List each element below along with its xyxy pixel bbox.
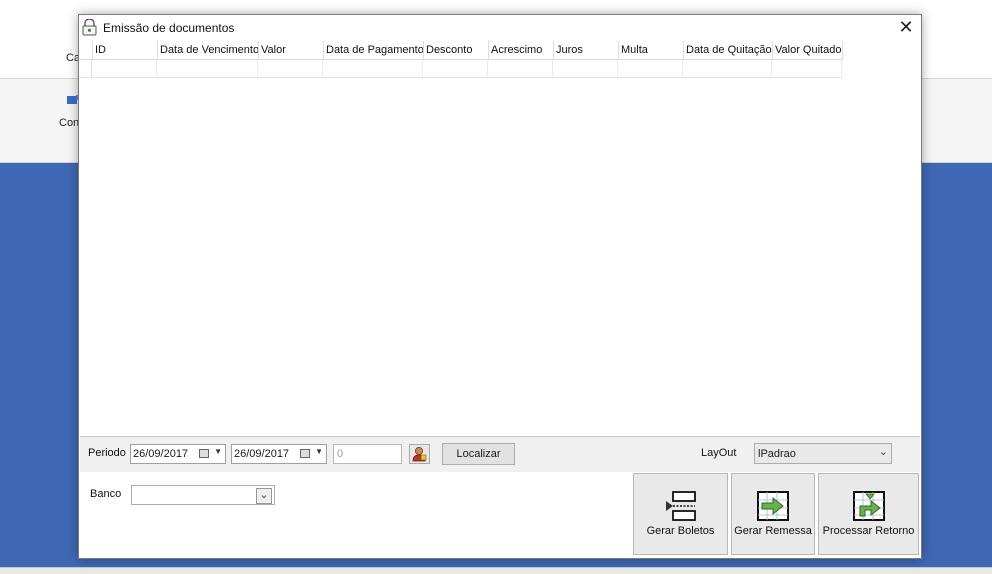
table-cell[interactable]	[323, 60, 423, 77]
date-from-value: 26/09/2017	[133, 448, 189, 460]
bottom-panel: Banco ⌄ Gerar Boletos Gerar Remessa Proc…	[80, 472, 920, 557]
chevron-down-icon[interactable]: ⌄	[879, 445, 888, 458]
table-cell[interactable]	[618, 60, 683, 77]
layout-select[interactable]: lPadrao ⌄	[754, 443, 892, 464]
column-header-desconto[interactable]: Desconto	[424, 41, 489, 59]
ribbon-config-label[interactable]: Con	[59, 117, 79, 129]
close-icon: ✕	[898, 17, 914, 37]
gerar-boletos-label: Gerar Boletos	[646, 525, 715, 537]
calendar-icon[interactable]	[300, 449, 310, 458]
boleto-icon	[665, 491, 696, 521]
close-button[interactable]: ✕	[891, 15, 921, 40]
remessa-icon	[757, 491, 789, 521]
lock-document-icon	[82, 19, 97, 36]
processar-retorno-label: Processar Retorno	[822, 525, 915, 537]
date-from-field[interactable]: 26/09/2017 ▼	[130, 444, 226, 464]
table-cell[interactable]	[258, 60, 323, 77]
table-cell[interactable]	[488, 60, 553, 77]
gerar-remessa-label: Gerar Remessa	[734, 525, 812, 537]
retorno-icon	[852, 491, 885, 521]
chevron-down-icon[interactable]: ▼	[315, 447, 323, 456]
number-field-value: 0	[337, 448, 344, 460]
table-cell[interactable]	[423, 60, 488, 77]
gerar-remessa-button[interactable]: Gerar Remessa	[731, 473, 815, 555]
filter-bar: Periodo 26/09/2017 ▼ 26/09/2017 ▼ 0 Loca…	[80, 436, 920, 473]
table-cell[interactable]	[92, 60, 157, 77]
column-header-multa[interactable]: Multa	[619, 41, 684, 59]
table-cell[interactable]	[683, 60, 772, 77]
banco-label: Banco	[90, 488, 122, 500]
dialog-title: Emissão de documentos	[103, 21, 235, 35]
table-cell[interactable]	[772, 60, 842, 77]
dialog-titlebar[interactable]: Emissão de documentos ✕	[79, 15, 921, 40]
column-header-id[interactable]: ID	[93, 41, 158, 59]
processar-retorno-button[interactable]: Processar Retorno	[818, 473, 919, 555]
person-search-button[interactable]	[409, 444, 430, 464]
column-header-valor[interactable]: Valor	[259, 41, 324, 59]
table-cell[interactable]	[553, 60, 618, 77]
periodo-label: Periodo	[88, 447, 126, 459]
banco-select[interactable]: ⌄	[131, 485, 275, 505]
column-header-data-quitacao[interactable]: Data de Quitação	[684, 41, 773, 59]
gerar-boletos-button[interactable]: Gerar Boletos	[633, 473, 728, 555]
column-header-juros[interactable]: Juros	[554, 41, 619, 59]
chevron-down-icon[interactable]: ⌄	[256, 488, 272, 504]
table-cell[interactable]	[157, 60, 258, 77]
column-header-data-pagamento[interactable]: Data de Pagamento	[324, 41, 424, 59]
grid-row-indicator-header	[80, 41, 93, 59]
emissao-dialog: Emissão de documentos ✕ ID Data de Venci…	[78, 14, 922, 559]
localizar-button[interactable]: Localizar	[442, 443, 515, 465]
date-to-value: 26/09/2017	[234, 448, 290, 460]
column-header-valor-quitado[interactable]: Valor Quitado	[773, 41, 843, 59]
layout-label: LayOut	[701, 447, 737, 459]
documents-grid[interactable]: ID Data de Vencimento Valor Data de Paga…	[80, 41, 920, 435]
chevron-down-icon[interactable]: ▼	[214, 447, 222, 456]
layout-select-value: lPadrao	[758, 448, 796, 460]
date-to-field[interactable]: 26/09/2017 ▼	[231, 444, 327, 464]
calendar-icon[interactable]	[199, 449, 209, 458]
table-row[interactable]	[80, 60, 842, 78]
row-indicator	[80, 60, 92, 77]
person-search-icon	[412, 447, 427, 462]
column-header-data-vencimento[interactable]: Data de Vencimento	[158, 41, 259, 59]
grid-header: ID Data de Vencimento Valor Data de Paga…	[80, 41, 843, 60]
number-field[interactable]: 0	[333, 444, 402, 464]
column-header-acrescimo[interactable]: Acrescimo	[489, 41, 554, 59]
